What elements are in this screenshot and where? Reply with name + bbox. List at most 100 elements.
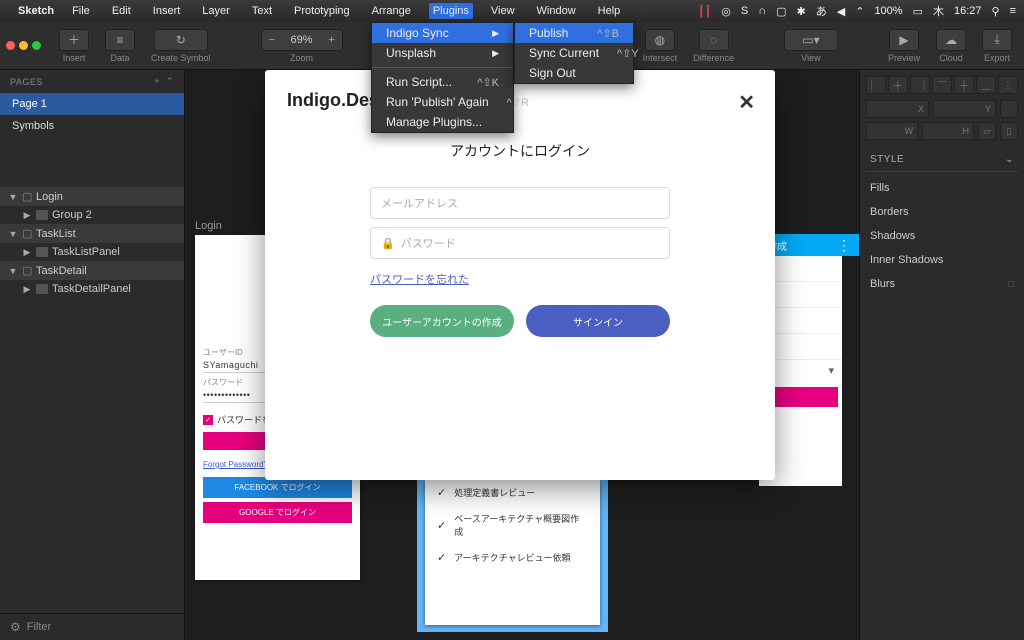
menu-item-sync-current[interactable]: Sync Current^⇧Y bbox=[515, 43, 633, 63]
lock-icon: 🔒 bbox=[381, 237, 395, 250]
task-item: ✓アーキテクチャレビュー依頼 bbox=[425, 545, 600, 571]
bluetooth-icon[interactable]: ✱ bbox=[797, 5, 806, 18]
x-field[interactable]: X bbox=[866, 100, 929, 118]
spotlight-icon[interactable]: ⚲ bbox=[992, 5, 1000, 18]
battery-icon[interactable]: ▭ bbox=[913, 5, 923, 18]
page-row[interactable]: Page 1 bbox=[0, 93, 184, 115]
intersect-button[interactable]: ◍ bbox=[645, 29, 675, 51]
filter-label: Filter bbox=[27, 621, 51, 633]
submenu-arrow-icon: ▶ bbox=[492, 28, 499, 39]
view-button[interactable]: ▭▾ bbox=[784, 29, 838, 51]
layer-group-row[interactable]: ▶TaskListPanel bbox=[0, 243, 184, 261]
menu-plugins[interactable]: Plugins bbox=[429, 3, 473, 19]
app-name[interactable]: Sketch bbox=[18, 5, 54, 17]
menu-layer[interactable]: Layer bbox=[198, 3, 234, 19]
menu-insert[interactable]: Insert bbox=[149, 3, 185, 19]
blurs-row[interactable]: Blurs bbox=[866, 272, 1018, 296]
menu-file[interactable]: File bbox=[68, 3, 94, 19]
menu-help[interactable]: Help bbox=[594, 3, 625, 19]
wifi-icon[interactable]: ⌃ bbox=[855, 5, 864, 18]
plugins-menu: Indigo Sync▶ Unsplash▶ Run Script...^⇧K … bbox=[371, 22, 514, 133]
alignment-controls: ⎸ ┼ ⎹ ⎺ ┼ ⎽ ⋮ bbox=[866, 76, 1018, 94]
difference-button[interactable]: ◌ bbox=[699, 29, 729, 51]
borders-row[interactable]: Borders bbox=[866, 200, 1018, 224]
y-field[interactable]: Y bbox=[933, 100, 996, 118]
password-field[interactable]: 🔒 パスワード bbox=[370, 227, 670, 259]
menu-window[interactable]: Window bbox=[533, 3, 580, 19]
notification-center-icon[interactable]: ≡ bbox=[1010, 5, 1016, 17]
canvas[interactable]: Login ユーザーID SYamaguchi パスワード ••••••••••… bbox=[185, 70, 859, 640]
tasklist-artboard[interactable]: ✓処理定義書レビュー ✓ベースアーキテクチャ概要図作成 ✓アーキテクチャレビュー… bbox=[425, 480, 600, 625]
task-item: ✓ベースアーキテクチャ概要図作成 bbox=[425, 506, 600, 545]
menu-arrange[interactable]: Arrange bbox=[368, 3, 415, 19]
chevron-down-icon[interactable]: ⌄ bbox=[1005, 154, 1014, 165]
align-bottom-button[interactable]: ⎽ bbox=[976, 76, 996, 94]
clock-time[interactable]: 16:27 bbox=[954, 5, 982, 17]
menu-item-sign-out[interactable]: Sign Out bbox=[515, 63, 633, 83]
align-right-button[interactable]: ⎹ bbox=[910, 76, 930, 94]
window-traffic-lights[interactable] bbox=[6, 41, 41, 50]
export-button[interactable]: ⤓ bbox=[982, 29, 1012, 51]
w-field[interactable]: W bbox=[866, 122, 918, 140]
menu-view[interactable]: View bbox=[487, 3, 519, 19]
create-account-button[interactable]: ユーザーアカウントの作成 bbox=[370, 305, 514, 337]
artboard-label[interactable]: Login bbox=[195, 220, 222, 232]
inner-shadows-row[interactable]: Inner Shadows bbox=[866, 248, 1018, 272]
align-center-h-button[interactable]: ┼ bbox=[888, 76, 908, 94]
password-placeholder: パスワード bbox=[401, 235, 456, 251]
artboard-row[interactable]: ▼▢TaskList bbox=[0, 224, 184, 243]
cloud-button[interactable]: ☁ bbox=[936, 29, 966, 51]
signin-button[interactable]: サインイン bbox=[526, 305, 670, 337]
menu-item-run-again[interactable]: Run 'Publish' Again^⇧R bbox=[372, 92, 513, 112]
insert-button[interactable]: ＋ bbox=[59, 29, 89, 51]
add-page-icon[interactable]: + bbox=[154, 76, 160, 87]
check-icon: ✓ bbox=[437, 551, 446, 564]
email-placeholder: メールアドレス bbox=[381, 195, 458, 211]
preview-button[interactable]: ▶ bbox=[889, 29, 919, 51]
align-center-v-button[interactable]: ┼ bbox=[954, 76, 974, 94]
menu-edit[interactable]: Edit bbox=[108, 3, 135, 19]
artboard-row[interactable]: ▼▢Login bbox=[0, 187, 184, 206]
filter-bar[interactable]: ⚙ Filter bbox=[0, 613, 184, 640]
layer-group-row[interactable]: ▶Group 2 bbox=[0, 206, 184, 224]
zoom-in-button[interactable]: + bbox=[322, 34, 342, 46]
menu-item-indigo-sync[interactable]: Indigo Sync▶ bbox=[372, 23, 513, 43]
battery-percentage[interactable]: 100% bbox=[874, 5, 902, 17]
menu-separator bbox=[372, 67, 513, 68]
flip-h-button[interactable]: ▱ bbox=[978, 122, 996, 140]
email-field[interactable]: メールアドレス bbox=[370, 187, 670, 219]
zoom-out-button[interactable]: − bbox=[262, 34, 282, 46]
close-button[interactable]: ✕ bbox=[738, 90, 755, 115]
clock-day[interactable]: 木 bbox=[933, 3, 944, 19]
page-row[interactable]: Symbols bbox=[0, 115, 184, 137]
zoom-control[interactable]: − 69% + bbox=[261, 29, 343, 51]
create-symbol-button[interactable]: ↻ bbox=[154, 29, 208, 51]
distribute-button[interactable]: ⋮ bbox=[998, 76, 1018, 94]
menu-prototyping[interactable]: Prototyping bbox=[290, 3, 354, 19]
align-top-button[interactable]: ⎺ bbox=[932, 76, 952, 94]
gear-icon[interactable]: ⚙ bbox=[10, 620, 21, 634]
menu-item-manage-plugins[interactable]: Manage Plugins... bbox=[372, 112, 513, 132]
volume-icon[interactable]: ◀ bbox=[837, 5, 845, 18]
flip-v-button[interactable]: ▯ bbox=[1000, 122, 1018, 140]
shadows-row[interactable]: Shadows bbox=[866, 224, 1018, 248]
collapse-pages-icon[interactable]: ⌃ bbox=[166, 76, 174, 87]
forgot-password-link[interactable]: パスワードを忘れた bbox=[370, 271, 670, 287]
data-button[interactable]: ≡ bbox=[105, 29, 135, 51]
lock-ratio-button[interactable] bbox=[1000, 100, 1018, 118]
status-icon: ∩ bbox=[758, 5, 766, 17]
macos-menu-bar: Sketch File Edit Insert Layer Text Proto… bbox=[0, 0, 1024, 22]
menu-text[interactable]: Text bbox=[248, 3, 276, 19]
check-icon: ✓ bbox=[437, 486, 446, 499]
artboard-row[interactable]: ▼▢TaskDetail bbox=[0, 261, 184, 280]
menu-item-unsplash[interactable]: Unsplash▶ bbox=[372, 43, 513, 63]
h-field[interactable]: H bbox=[922, 122, 974, 140]
align-left-button[interactable]: ⎸ bbox=[866, 76, 886, 94]
layer-group-row[interactable]: ▶TaskDetailPanel bbox=[0, 280, 184, 298]
fills-row[interactable]: Fills bbox=[866, 176, 1018, 200]
menu-item-publish[interactable]: Publish^⇧B bbox=[515, 23, 633, 43]
menu-item-run-script[interactable]: Run Script...^⇧K bbox=[372, 72, 513, 92]
check-icon: ✓ bbox=[437, 519, 446, 532]
zoom-value[interactable]: 69% bbox=[282, 34, 322, 46]
input-source-icon[interactable]: あ bbox=[816, 3, 827, 19]
